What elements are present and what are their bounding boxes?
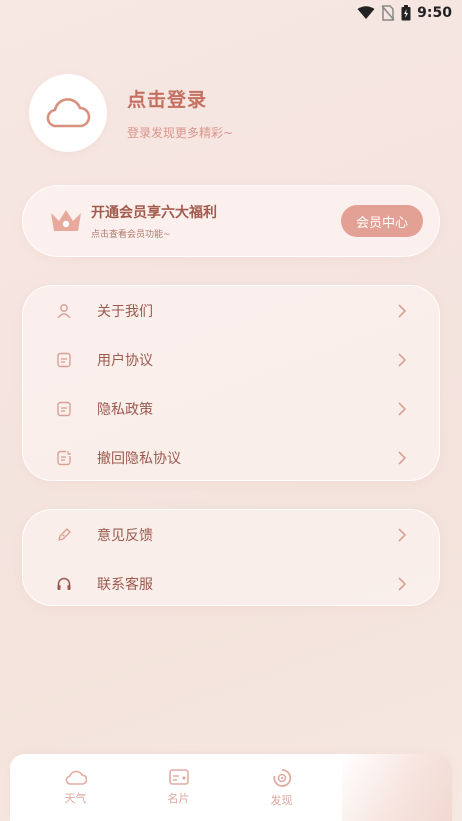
- vip-title: 开通会员享六大福利: [91, 205, 217, 221]
- menu-item-label: 隐私政策: [97, 401, 153, 418]
- login-subtitle: 登录发现更多精彩~: [127, 126, 234, 140]
- status-bar: 9:50: [0, 0, 462, 26]
- login-title[interactable]: 点击登录: [127, 85, 233, 112]
- bottom-nav: 天气 名片 发现: [10, 754, 452, 821]
- nav-label: 发现: [270, 794, 293, 807]
- menu-item-label: 意见反馈: [97, 527, 153, 544]
- chevron-right-icon: [398, 303, 407, 318]
- nav-tab-weather[interactable]: 天气: [24, 754, 127, 821]
- profile-header[interactable]: 点击登录 登录发现更多精彩~: [29, 74, 442, 152]
- nav-label: 名片: [167, 792, 190, 805]
- menu-item-customer-service[interactable]: 联系客服: [23, 559, 439, 608]
- card-icon: [168, 769, 189, 785]
- menu-item-feedback[interactable]: 意见反馈: [23, 510, 439, 559]
- menu-item-about-us[interactable]: 关于我们: [23, 286, 439, 335]
- menu-item-label: 撤回隐私协议: [97, 450, 181, 467]
- chevron-right-icon: [398, 527, 407, 542]
- document-icon: [55, 351, 73, 369]
- nav-label: 天气: [64, 792, 87, 805]
- menu-item-privacy-policy[interactable]: 隐私政策: [23, 384, 439, 433]
- vip-subtitle: 点击查看会员功能~: [91, 230, 171, 240]
- crown-icon: [51, 210, 81, 231]
- menu-item-revoke-privacy[interactable]: 撤回隐私协议: [23, 433, 439, 482]
- pencil-icon: [55, 526, 73, 544]
- status-time: 9:50: [417, 5, 452, 21]
- menu-item-label: 联系客服: [97, 576, 153, 593]
- menu-item-label: 用户协议: [97, 352, 153, 369]
- wifi-icon: [357, 6, 375, 19]
- user-icon: [55, 302, 73, 320]
- vip-center-button[interactable]: 会员中心: [341, 205, 423, 237]
- discover-icon: [272, 769, 291, 787]
- battery-icon: [401, 5, 411, 21]
- cloud-icon: [46, 98, 91, 128]
- menu-group-2: 意见反馈 联系客服: [22, 509, 440, 606]
- menu-group-1: 关于我们 用户协议 隐私政策 撤回隐私协议: [22, 285, 440, 481]
- nav-tab-card[interactable]: 名片: [127, 754, 230, 821]
- nav-tab-discover[interactable]: 发现: [230, 754, 333, 821]
- nav-corner-decoration: [342, 754, 452, 821]
- headset-icon: [55, 575, 73, 593]
- vip-banner[interactable]: 开通会员享六大福利 点击查看会员功能~ 会员中心: [22, 185, 440, 257]
- chevron-right-icon: [398, 401, 407, 416]
- chevron-right-icon: [398, 352, 407, 367]
- revoke-document-icon: [55, 449, 73, 467]
- menu-item-user-agreement[interactable]: 用户协议: [23, 335, 439, 384]
- chevron-right-icon: [398, 450, 407, 465]
- cloud-icon: [65, 770, 87, 785]
- document-icon: [55, 400, 73, 418]
- avatar[interactable]: [29, 74, 107, 152]
- chevron-right-icon: [398, 576, 407, 591]
- no-sim-icon: [381, 5, 395, 21]
- menu-item-label: 关于我们: [97, 303, 153, 320]
